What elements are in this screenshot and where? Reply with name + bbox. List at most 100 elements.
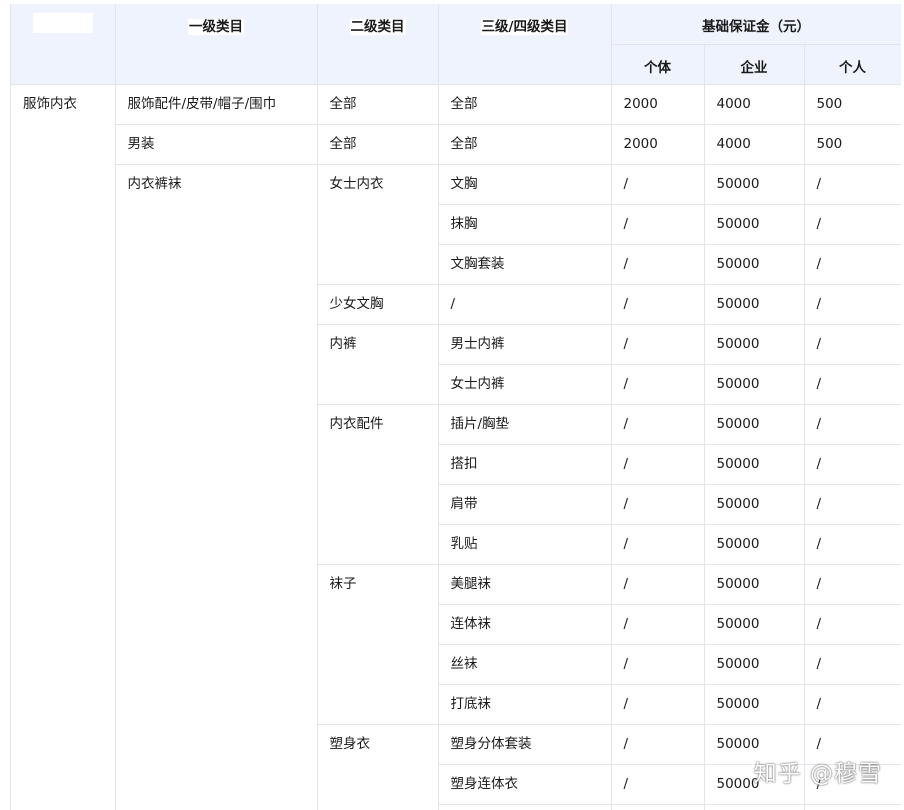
header-level1-label: 一级类目 <box>188 19 244 35</box>
deposit-individual-business-cell: 2000 <box>611 84 705 125</box>
deposit-individual-business-cell: / <box>611 604 705 645</box>
deposit-individual-cell: / <box>804 164 901 205</box>
level2-cell: 全部 <box>317 124 439 165</box>
deposit-enterprise-cell: 50000 <box>704 524 805 565</box>
level1-cell: 服饰配件/皮带/帽子/围巾 <box>115 84 318 125</box>
deposit-enterprise-cell: 4000 <box>704 84 805 125</box>
deposit-individual-business-cell: 2000 <box>611 124 705 165</box>
header-level3: 三级/四级类目 <box>438 4 612 85</box>
header-level3-label: 三级/四级类目 <box>480 19 569 35</box>
header-deposit-label: 基础保证金（元） <box>702 19 810 35</box>
deposit-individual-cell <box>804 804 901 810</box>
level3-cell: 塑身连体衣 <box>438 764 612 805</box>
header-blank-box <box>32 13 93 33</box>
deposit-individual-business-cell: / <box>611 644 705 685</box>
deposit-individual-cell: / <box>804 284 901 325</box>
deposit-individual-business-cell: / <box>611 444 705 485</box>
top-category-cell: 服饰内衣 <box>11 84 116 810</box>
deposit-enterprise-cell: 50000 <box>704 204 805 245</box>
table-row: 男装 全部 全部 2000 4000 500 <box>11 124 901 165</box>
table-row: 服饰内衣 服饰配件/皮带/帽子/围巾 全部 全部 2000 4000 500 <box>11 84 901 810</box>
deposit-enterprise-cell: 50000 <box>704 484 805 525</box>
deposit-individual-business-cell: / <box>611 244 705 285</box>
header-enterprise-label: 企业 <box>740 59 768 76</box>
deposit-individual-business-cell: / <box>611 524 705 565</box>
level1-cell: 男装 <box>115 124 318 165</box>
deposit-enterprise-cell <box>704 804 805 810</box>
header-individual-label: 个人 <box>839 59 866 76</box>
deposit-individual-business-cell: / <box>611 204 705 245</box>
level3-cell: 插片/胸垫 <box>438 404 612 445</box>
deposit-individual-cell: / <box>804 524 901 565</box>
deposit-individual-business-cell: / <box>611 284 705 325</box>
level3-cell: 文胸 <box>438 164 612 205</box>
level2-cell: 全部 <box>317 84 439 125</box>
header-level1: 一级类目 <box>115 4 318 85</box>
deposit-individual-business-cell: / <box>611 764 705 805</box>
deposit-enterprise-cell: 50000 <box>704 244 805 285</box>
level2-cell: 袜子 <box>317 564 439 725</box>
deposit-enterprise-cell: 50000 <box>704 684 805 725</box>
level3-cell: 全部 <box>438 124 612 165</box>
deposit-enterprise-cell: 4000 <box>704 124 805 165</box>
deposit-individual-business-cell: / <box>611 484 705 525</box>
deposit-enterprise-cell: 50000 <box>704 164 805 205</box>
level3-cell <box>438 804 612 810</box>
level3-cell: 女士内裤 <box>438 364 612 405</box>
header-individual-business-label: 个体 <box>644 59 671 76</box>
header-blank-cell <box>11 4 116 85</box>
level2-cell: 女士内衣 <box>317 164 439 285</box>
deposit-individual-business-cell: / <box>611 164 705 205</box>
deposit-individual-cell: / <box>804 324 901 365</box>
deposit-enterprise-cell: 50000 <box>704 324 805 365</box>
table-frame: 一级类目 二级类目 三级/四级类目 基础保证金（元） 个体 企业 个人 服饰内衣… <box>10 4 901 810</box>
deposit-individual-business-cell: / <box>611 364 705 405</box>
deposit-individual-business-cell <box>611 804 705 810</box>
deposit-individual-business-cell: / <box>611 324 705 365</box>
deposit-individual-cell: / <box>804 444 901 485</box>
level2-cell: 内裤 <box>317 324 439 405</box>
deposit-individual-business-cell: / <box>611 724 705 765</box>
level2-cell: 少女文胸 <box>317 284 439 325</box>
level3-cell: 搭扣 <box>438 444 612 485</box>
level3-cell: 肩带 <box>438 484 612 525</box>
deposit-individual-business-cell: / <box>611 684 705 725</box>
deposit-enterprise-cell: 50000 <box>704 364 805 405</box>
level3-cell: / <box>438 284 612 325</box>
table-header: 一级类目 二级类目 三级/四级类目 基础保证金（元） 个体 企业 个人 <box>11 4 901 85</box>
deposit-table: 一级类目 二级类目 三级/四级类目 基础保证金（元） 个体 企业 个人 服饰内衣… <box>11 4 901 810</box>
deposit-individual-cell: / <box>804 364 901 405</box>
header-enterprise: 企业 <box>704 44 805 85</box>
deposit-individual-cell: / <box>804 404 901 445</box>
level3-cell: 全部 <box>438 84 612 125</box>
deposit-individual-cell: 500 <box>804 84 901 125</box>
deposit-individual-cell: / <box>804 564 901 605</box>
deposit-individual-business-cell: / <box>611 404 705 445</box>
level3-cell: 打底袜 <box>438 684 612 725</box>
deposit-individual-cell: 500 <box>804 124 901 165</box>
level3-cell: 连体袜 <box>438 604 612 645</box>
deposit-individual-cell: / <box>804 684 901 725</box>
header-individual-business: 个体 <box>611 44 705 85</box>
level2-cell: 内衣配件 <box>317 404 439 565</box>
header-level2-label: 二级类目 <box>349 19 406 35</box>
level1-cell: 内衣裤袜 <box>115 164 318 810</box>
deposit-individual-cell: / <box>804 604 901 645</box>
deposit-enterprise-cell: 50000 <box>704 404 805 445</box>
watermark-text: 知乎 @穆雪 <box>753 761 882 787</box>
deposit-enterprise-cell: 50000 <box>704 644 805 685</box>
level3-cell: 乳贴 <box>438 524 612 565</box>
header-level2: 二级类目 <box>317 4 439 85</box>
deposit-enterprise-cell: 50000 <box>704 564 805 605</box>
header-individual: 个人 <box>804 44 901 85</box>
level2-cell: 塑身衣 <box>317 724 439 810</box>
deposit-individual-cell: / <box>804 484 901 525</box>
deposit-individual-cell: / <box>804 644 901 685</box>
deposit-enterprise-cell: 50000 <box>704 604 805 645</box>
level3-cell: 美腿袜 <box>438 564 612 605</box>
deposit-enterprise-cell: 50000 <box>704 444 805 485</box>
deposit-individual-business-cell: / <box>611 564 705 605</box>
level3-cell: 文胸套装 <box>438 244 612 285</box>
table-row: 内衣裤袜 女士内衣 文胸/50000/ <box>11 164 901 810</box>
level3-cell: 丝袜 <box>438 644 612 685</box>
